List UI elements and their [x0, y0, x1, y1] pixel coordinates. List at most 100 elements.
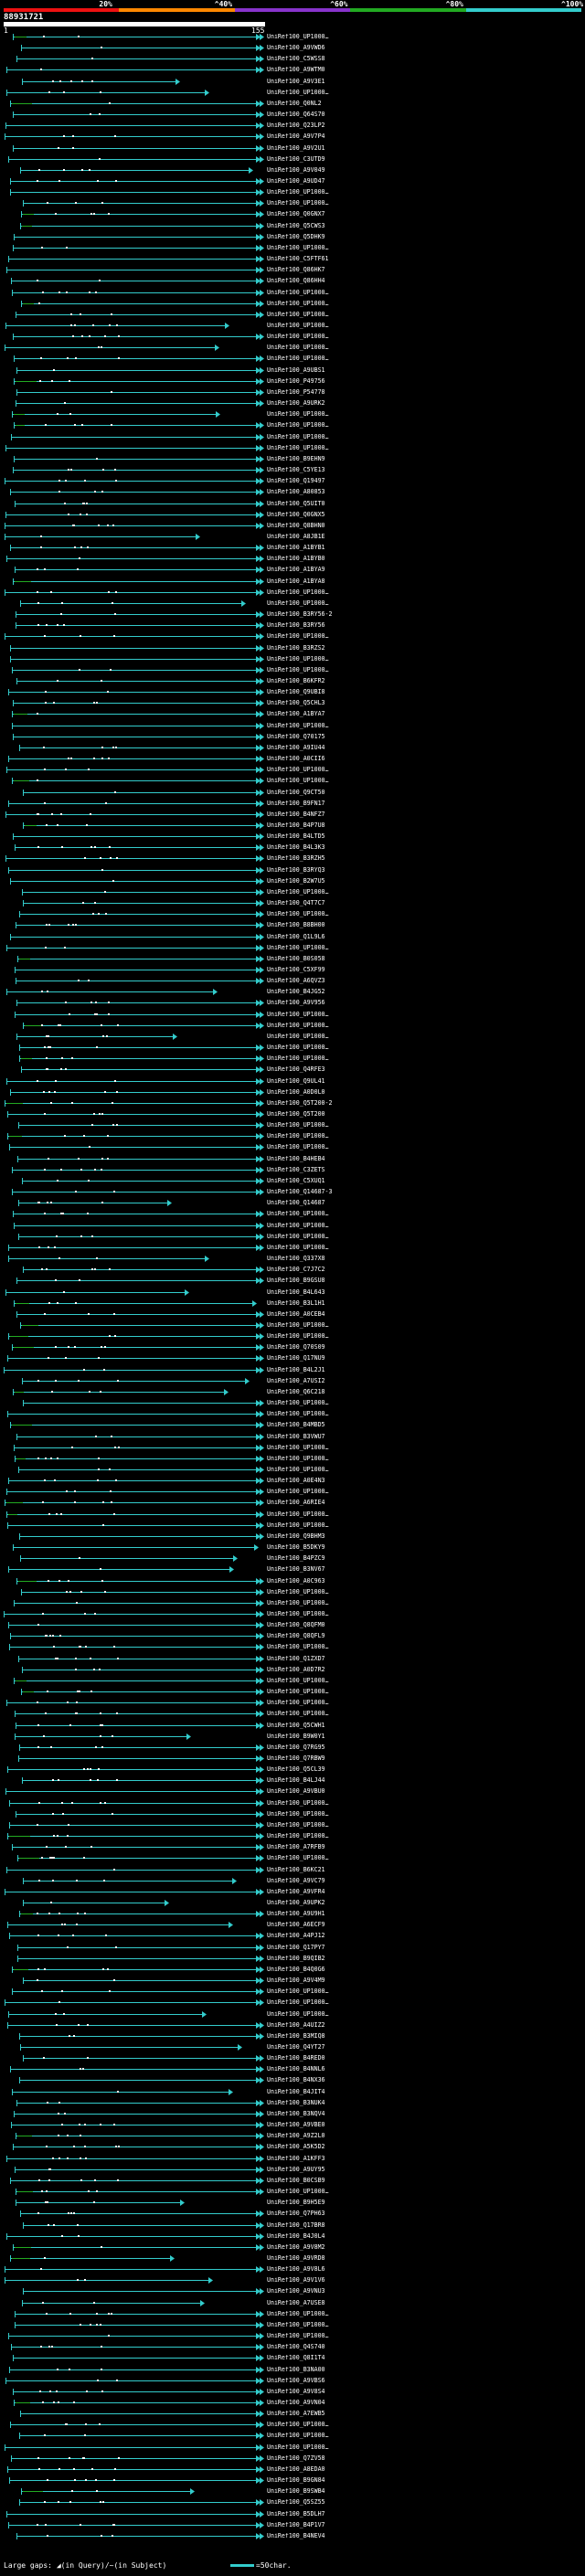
hit-label-link[interactable]: UniRef100_UP1000…	[267, 945, 583, 951]
hit-label-link[interactable]: UniRef100_P49756	[267, 378, 583, 385]
hit-alignment-graphic[interactable]	[0, 1944, 267, 1951]
hit-alignment-graphic[interactable]	[0, 2411, 267, 2418]
hit-label-link[interactable]: UniRef100_UP1000…	[267, 323, 583, 329]
hit-alignment-graphic[interactable]	[0, 267, 267, 274]
hit-label-link[interactable]: UniRef100_A9V8S4	[267, 2389, 583, 2395]
hit-alignment-graphic[interactable]	[0, 189, 267, 196]
hit-alignment-graphic[interactable]	[0, 2532, 267, 2539]
hit-alignment-graphic[interactable]	[0, 200, 267, 207]
hit-alignment-graphic[interactable]	[0, 111, 267, 119]
hit-alignment-graphic[interactable]	[0, 1988, 267, 1996]
hit-label-link[interactable]: UniRef100_Q5DHK9	[267, 234, 583, 240]
hit-alignment-graphic[interactable]	[0, 144, 267, 152]
hit-label-link[interactable]: UniRef100_Q7RBW9	[267, 1755, 583, 1762]
hit-alignment-graphic[interactable]	[0, 578, 267, 585]
hit-label-link[interactable]: UniRef100_UP1000…	[267, 200, 583, 207]
hit-label-link[interactable]: UniRef100_Q5CWS3	[267, 223, 583, 229]
hit-label-link[interactable]: UniRef100_A1BYA7	[267, 711, 583, 717]
hit-label-link[interactable]: UniRef100_A9V3E1	[267, 79, 583, 85]
hit-alignment-graphic[interactable]	[0, 178, 267, 185]
hit-alignment-graphic[interactable]	[0, 244, 267, 251]
hit-alignment-graphic[interactable]	[0, 2221, 267, 2229]
hit-alignment-graphic[interactable]	[0, 1166, 267, 1173]
hit-label-link[interactable]: UniRef100_A9V8L6	[267, 2266, 583, 2273]
hit-alignment-graphic[interactable]	[0, 1788, 267, 1796]
hit-alignment-graphic[interactable]	[0, 388, 267, 396]
hit-label-link[interactable]: UniRef100_A1BYA9	[267, 567, 583, 573]
hit-label-link[interactable]: UniRef100_Q70S09	[267, 1344, 583, 1351]
hit-alignment-graphic[interactable]	[0, 1422, 267, 1429]
hit-alignment-graphic[interactable]	[0, 1844, 267, 1851]
hit-alignment-graphic[interactable]	[0, 433, 267, 440]
hit-alignment-graphic[interactable]	[0, 334, 267, 341]
hit-alignment-graphic[interactable]	[0, 800, 267, 807]
hit-label-link[interactable]: UniRef100_B4NNL6	[267, 2066, 583, 2072]
hit-label-link[interactable]: UniRef100_B3RY56-2	[267, 611, 583, 618]
hit-label-link[interactable]: UniRef100_A9V1V6	[267, 2277, 583, 2284]
hit-alignment-graphic[interactable]	[0, 1866, 267, 1873]
hit-alignment-graphic[interactable]	[0, 1256, 267, 1263]
hit-label-link[interactable]: UniRef100_A8EDA0	[267, 2466, 583, 2473]
hit-label-link[interactable]: UniRef100_UP1000…	[267, 778, 583, 784]
hit-alignment-graphic[interactable]	[0, 1310, 267, 1318]
hit-label-link[interactable]: UniRef100_B8BH00	[267, 922, 583, 928]
hit-alignment-graphic[interactable]	[0, 1833, 267, 1840]
hit-label-link[interactable]: UniRef100_Q7RG95	[267, 1744, 583, 1751]
hit-alignment-graphic[interactable]	[0, 2110, 267, 2117]
hit-alignment-graphic[interactable]	[0, 1366, 267, 1373]
hit-label-link[interactable]: UniRef100_UP1000…	[267, 1044, 583, 1051]
hit-label-link[interactable]: UniRef100_Q9UBI8	[267, 689, 583, 695]
hit-label-link[interactable]: UniRef100_A9Z2L0	[267, 2133, 583, 2139]
hit-alignment-graphic[interactable]	[0, 1377, 267, 1384]
hit-alignment-graphic[interactable]	[0, 1955, 267, 1962]
hit-label-link[interactable]: UniRef100_UP1000…	[267, 434, 583, 440]
hit-alignment-graphic[interactable]	[0, 767, 267, 774]
hit-label-link[interactable]: UniRef100_Q9UL41	[267, 1078, 583, 1085]
hit-alignment-graphic[interactable]	[0, 1610, 267, 1617]
hit-alignment-graphic[interactable]	[0, 366, 267, 374]
hit-label-link[interactable]: UniRef100_B3NUK4	[267, 2100, 583, 2106]
hit-label-link[interactable]: UniRef100_UP1000…	[267, 445, 583, 451]
hit-label-link[interactable]: UniRef100_B0CSB9	[267, 2178, 583, 2184]
hit-label-link[interactable]: UniRef100_Q4S740	[267, 2344, 583, 2350]
hit-alignment-graphic[interactable]	[0, 233, 267, 240]
hit-label-link[interactable]: UniRef100_UP1000…	[267, 656, 583, 663]
hit-label-link[interactable]: UniRef100_A9VBE0	[267, 2122, 583, 2128]
hit-label-link[interactable]: UniRef100_B4P7U8	[267, 822, 583, 829]
hit-alignment-graphic[interactable]	[0, 989, 267, 996]
hit-label-link[interactable]: UniRef100_B4Q0G6	[267, 1966, 583, 1973]
hit-label-link[interactable]: UniRef100_Q6C218	[267, 1389, 583, 1395]
hit-alignment-graphic[interactable]	[0, 1211, 267, 1218]
hit-label-link[interactable]: UniRef100_B4JIT4	[267, 2089, 583, 2095]
hit-alignment-graphic[interactable]	[0, 1088, 267, 1096]
hit-alignment-graphic[interactable]	[0, 444, 267, 451]
hit-label-link[interactable]: UniRef100_A7RFB9	[267, 1844, 583, 1850]
hit-label-link[interactable]: UniRef100_A9V7P4	[267, 133, 583, 140]
hit-label-link[interactable]: UniRef100_B5DLH7	[267, 2511, 583, 2518]
hit-alignment-graphic[interactable]	[0, 711, 267, 718]
hit-alignment-graphic[interactable]	[0, 2454, 267, 2462]
hit-label-link[interactable]: UniRef100_UP1000…	[267, 1689, 583, 1695]
hit-label-link[interactable]: UniRef100_B2W7U5	[267, 878, 583, 885]
hit-label-link[interactable]: UniRef100_UP1000…	[267, 633, 583, 640]
hit-alignment-graphic[interactable]	[0, 756, 267, 763]
hit-alignment-graphic[interactable]	[0, 1599, 267, 1606]
hit-label-link[interactable]: UniRef100_C3ZETS	[267, 1167, 583, 1173]
hit-alignment-graphic[interactable]	[0, 855, 267, 863]
hit-alignment-graphic[interactable]	[0, 1655, 267, 1662]
hit-label-link[interactable]: UniRef100_A9VBU0	[267, 1788, 583, 1795]
hit-label-link[interactable]: UniRef100_B9GSU8	[267, 1277, 583, 1284]
hit-label-link[interactable]: UniRef100_UP1000…	[267, 1400, 583, 1406]
hit-label-link[interactable]: UniRef100_UP1000…	[267, 411, 583, 418]
hit-label-link[interactable]: UniRef100_A9WTM0	[267, 67, 583, 73]
hit-label-link[interactable]: UniRef100_UP1000…	[267, 189, 583, 196]
hit-label-link[interactable]: UniRef100_A4UIZ2	[267, 2022, 583, 2029]
hit-label-link[interactable]: UniRef100_A9V049	[267, 167, 583, 174]
hit-alignment-graphic[interactable]	[0, 1077, 267, 1085]
hit-alignment-graphic[interactable]	[0, 1267, 267, 1274]
hit-alignment-graphic[interactable]	[0, 1588, 267, 1595]
hit-label-link[interactable]: UniRef100_UP1000…	[267, 1055, 583, 1062]
hit-alignment-graphic[interactable]	[0, 1722, 267, 1729]
hit-alignment-graphic[interactable]	[0, 166, 267, 174]
hit-label-link[interactable]: UniRef100_Q8QFM0	[267, 1622, 583, 1628]
